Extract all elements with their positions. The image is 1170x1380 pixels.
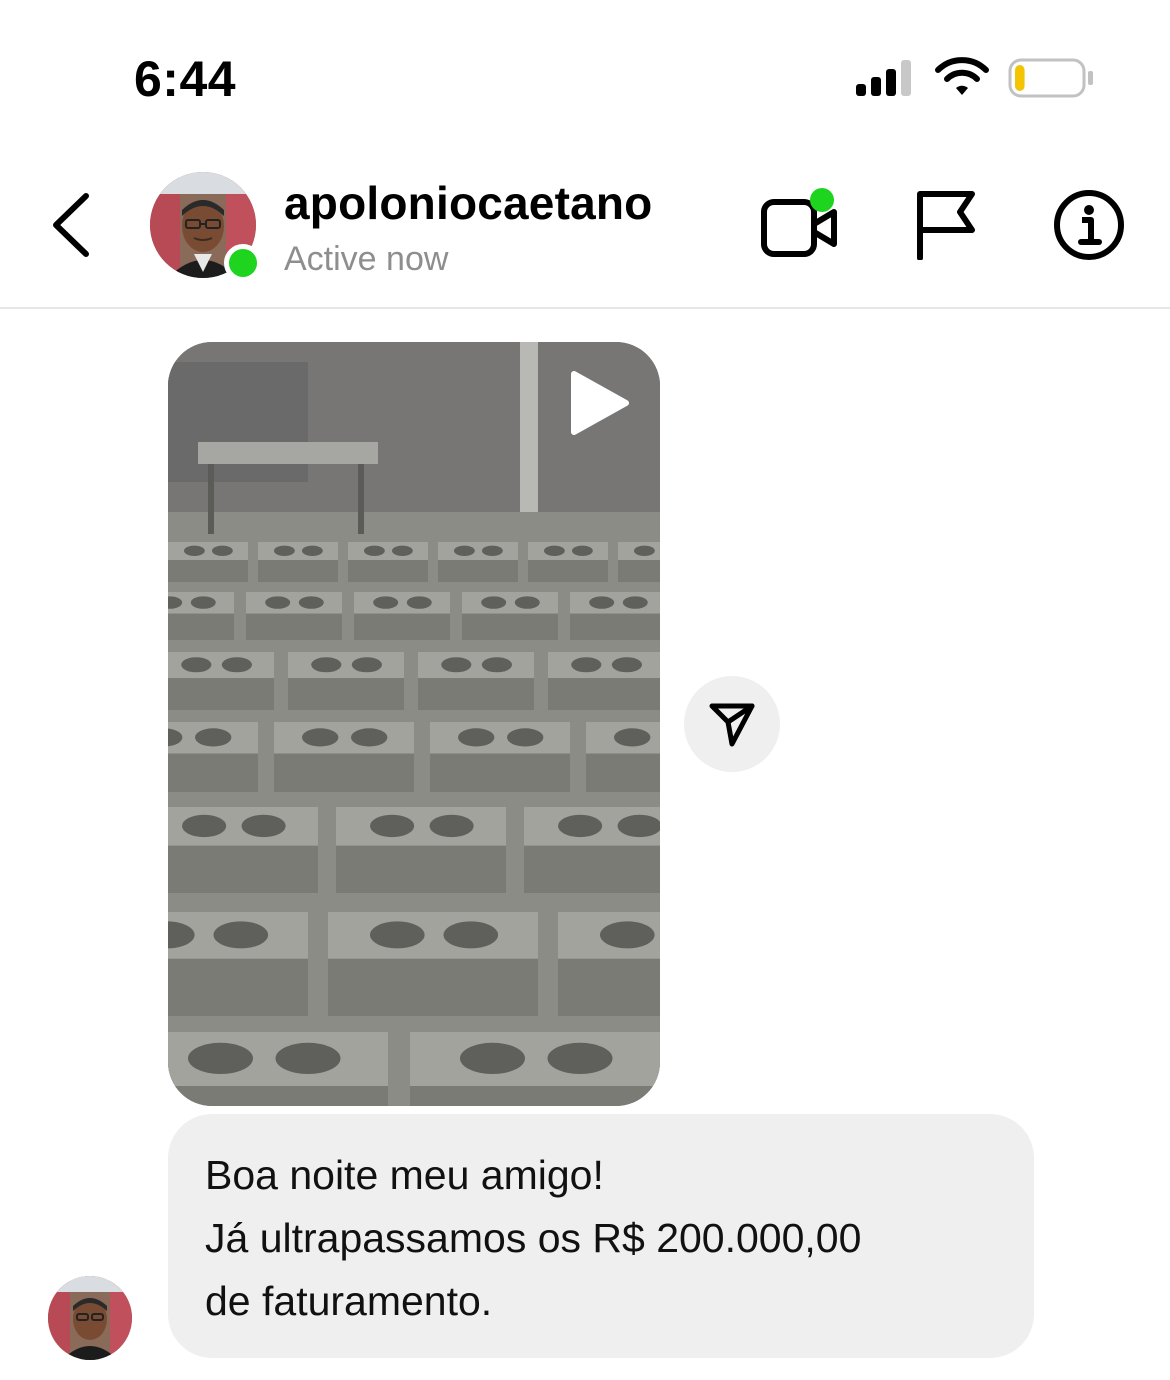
- active-status: Active now: [284, 240, 449, 278]
- info-icon[interactable]: [1052, 188, 1126, 262]
- status-time: 6:44: [134, 51, 237, 107]
- username[interactable]: apoloniocaetano: [284, 176, 652, 230]
- flag-icon[interactable]: [914, 188, 978, 260]
- avatar[interactable]: [150, 172, 262, 282]
- header-divider: [0, 307, 1170, 309]
- message-bubble[interactable]: Boa noite meu amigo! Já ultrapassamos os…: [168, 1114, 1034, 1358]
- online-status-dot: [224, 244, 262, 282]
- video-message[interactable]: [168, 342, 660, 1106]
- send-icon: [709, 703, 755, 747]
- message-line: Já ultrapassamos os R$ 200.000,00: [205, 1215, 862, 1261]
- cellular-signal-icon: [856, 60, 911, 96]
- sender-avatar[interactable]: [48, 1276, 132, 1360]
- share-button[interactable]: [684, 676, 780, 772]
- wifi-icon: [935, 57, 989, 95]
- video-camera-icon[interactable]: [760, 186, 840, 262]
- video-thumbnail: [168, 342, 660, 1106]
- message-line: Boa noite meu amigo!: [205, 1152, 604, 1198]
- message-line: de faturamento.: [205, 1278, 493, 1324]
- battery-icon: [1008, 58, 1093, 98]
- play-icon[interactable]: [566, 368, 632, 438]
- chevron-left-icon[interactable]: [48, 192, 92, 258]
